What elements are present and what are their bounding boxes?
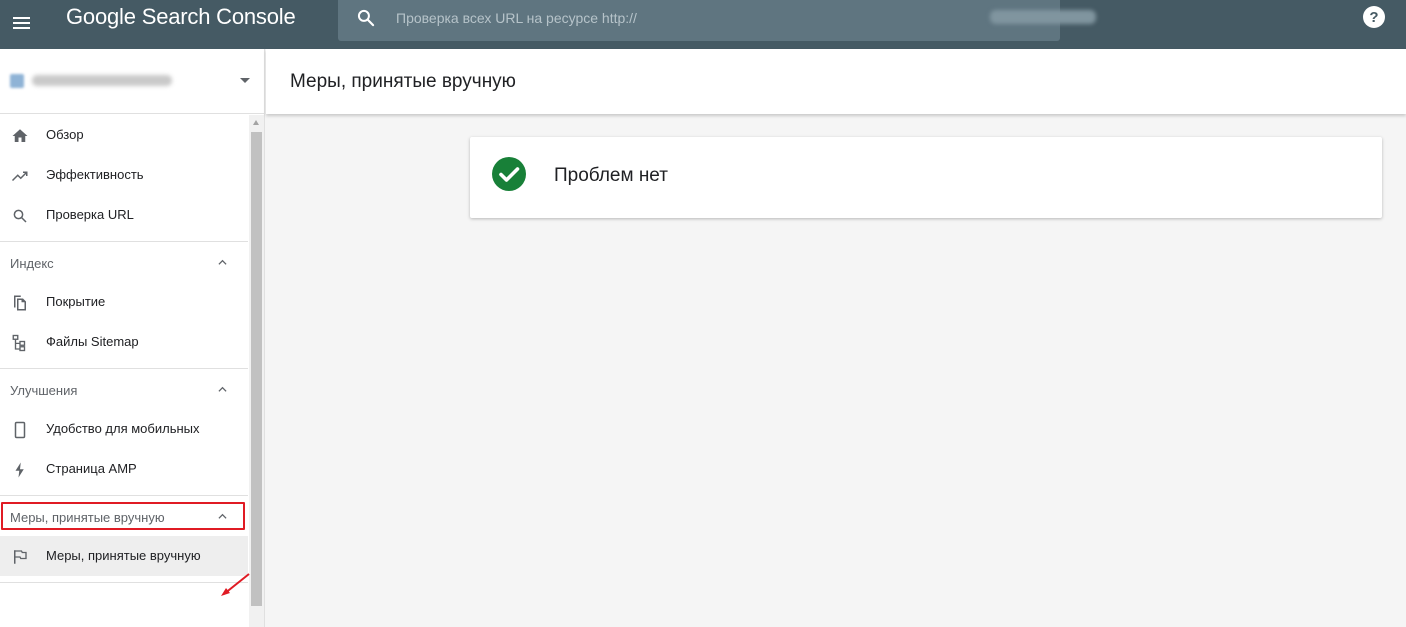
blurred-property-url [990, 10, 1096, 24]
section-header-index[interactable]: Индекс [0, 242, 248, 282]
section-header-manual-actions[interactable]: Меры, принятые вручную [0, 496, 248, 536]
sidebar-item-sitemaps[interactable]: Файлы Sitemap [0, 322, 248, 362]
chevron-up-icon [218, 259, 227, 265]
sidebar-item-label: Страница AMP [46, 461, 137, 476]
sidebar-item-label: Проверка URL [46, 207, 134, 222]
scrollbar-thumb[interactable] [251, 132, 262, 606]
sidebar: Обзор Эффективность Проверка URL Индекс [0, 49, 265, 627]
logo-google-text: Google [66, 4, 136, 29]
chevron-up-icon [218, 513, 227, 519]
url-inspection-search[interactable] [338, 0, 1096, 41]
home-icon [12, 129, 28, 142]
help-icon[interactable]: ? [1363, 6, 1385, 28]
status-message: Проблем нет [554, 165, 668, 186]
page-header: Меры, принятые вручную [266, 49, 1406, 114]
sidebar-item-amp[interactable]: Страница AMP [0, 449, 248, 489]
sidebar-scrollbar[interactable] [249, 115, 264, 627]
sidebar-item-overview[interactable]: Обзор [0, 115, 248, 155]
search-icon [13, 209, 27, 223]
section-label: Меры, принятые вручную [10, 510, 165, 525]
trending-up-icon [11, 171, 28, 182]
property-selector[interactable] [0, 49, 265, 114]
copy-pages-icon [14, 295, 26, 311]
logo-product-text: Search Console [141, 4, 296, 29]
sidebar-item-coverage[interactable]: Покрытие [0, 282, 248, 322]
sidebar-nav: Обзор Эффективность Проверка URL Индекс [0, 115, 248, 583]
hamburger-menu-icon[interactable] [9, 6, 35, 32]
section-header-enhancements[interactable]: Улучшения [0, 369, 248, 409]
section-label: Индекс [10, 256, 54, 271]
top-app-bar: Google Search Console ? [0, 0, 1406, 49]
property-favicon [10, 74, 24, 88]
check-circle-icon [492, 157, 526, 191]
sidebar-item-label: Эффективность [46, 167, 144, 182]
flag-icon [14, 550, 27, 564]
sidebar-item-label: Покрытие [46, 294, 106, 309]
section-label: Улучшения [10, 383, 78, 398]
divider [0, 582, 248, 583]
app-logo[interactable]: Google Search Console [66, 4, 296, 32]
sidebar-item-url-inspection[interactable]: Проверка URL [0, 195, 248, 235]
sidebar-item-manual-actions[interactable]: Меры, принятые вручную [0, 536, 248, 576]
sidebar-item-label: Обзор [46, 127, 84, 142]
chevron-up-icon [218, 386, 227, 392]
flash-icon [15, 462, 24, 478]
sidebar-item-label: Меры, принятые вручную [46, 548, 201, 563]
sidebar-item-label: Удобство для мобильных [46, 421, 200, 436]
smartphone-icon [14, 421, 26, 439]
sitemap-icon [12, 334, 26, 352]
page-title: Меры, принятые вручную [290, 71, 516, 92]
dropdown-caret-icon [240, 78, 250, 83]
scroll-up-arrow-icon[interactable] [253, 120, 259, 125]
status-card: Проблем нет [470, 137, 1382, 218]
sidebar-item-performance[interactable]: Эффективность [0, 155, 248, 195]
search-icon [357, 9, 375, 27]
blurred-property-name [32, 75, 172, 86]
sidebar-item-label: Файлы Sitemap [46, 334, 139, 349]
search-input[interactable] [394, 6, 1034, 30]
sidebar-item-mobile-usability[interactable]: Удобство для мобильных [0, 409, 248, 449]
